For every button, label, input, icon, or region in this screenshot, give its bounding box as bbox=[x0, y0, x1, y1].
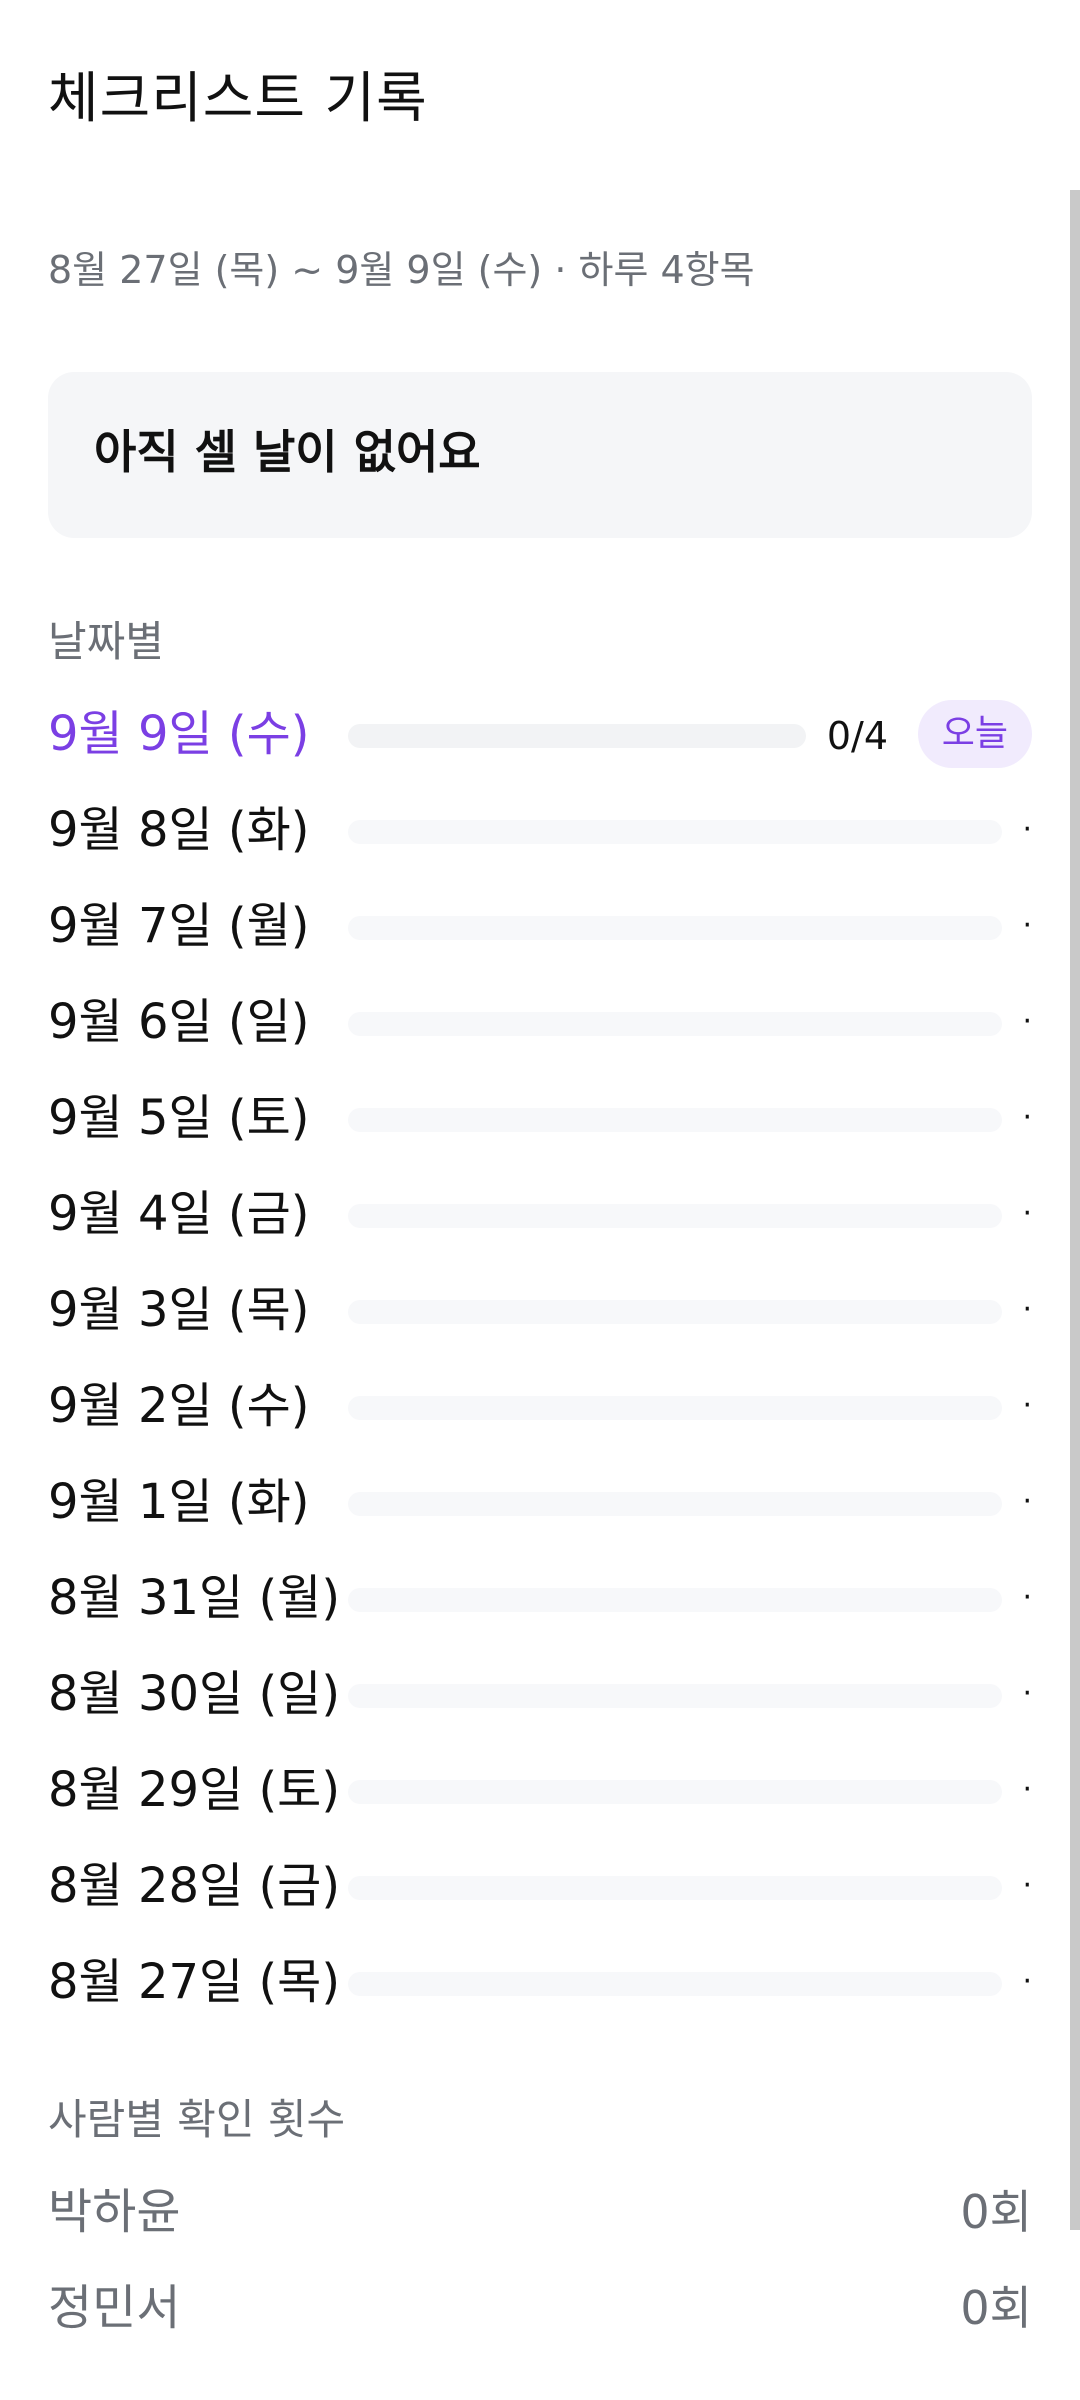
date-label: 8월 30일 (일) bbox=[48, 1666, 341, 1722]
date-label: 9월 2일 (수) bbox=[48, 1378, 310, 1434]
progress-track bbox=[348, 1396, 1002, 1420]
status-dot: · bbox=[1022, 1868, 1032, 1903]
date-label: 8월 28일 (금) bbox=[48, 1858, 341, 1914]
status-dot: · bbox=[1022, 1388, 1032, 1423]
status-dot: · bbox=[1022, 908, 1032, 943]
progress-track bbox=[348, 1108, 1002, 1132]
date-row[interactable]: 9월 3일 (목) · bbox=[48, 1264, 1032, 1360]
date-row[interactable]: 9월 1일 (화) · bbox=[48, 1456, 1032, 1552]
date-label: 9월 9일 (수) bbox=[48, 706, 310, 762]
person-name: 정민서 bbox=[48, 2280, 181, 2336]
status-dot: · bbox=[1022, 1100, 1032, 1135]
status-dot: · bbox=[1022, 1676, 1032, 1711]
progress-track bbox=[348, 724, 806, 748]
date-row[interactable]: 9월 7일 (월) · bbox=[48, 880, 1032, 976]
progress-track bbox=[348, 1012, 1002, 1036]
progress-count: 0/4 bbox=[826, 714, 888, 758]
progress-track bbox=[348, 1780, 1002, 1804]
date-label: 9월 3일 (목) bbox=[48, 1282, 310, 1338]
date-row-today[interactable]: 9월 9일 (수) 0/4 오늘 bbox=[48, 688, 1032, 784]
status-dot: · bbox=[1022, 1004, 1032, 1039]
date-row[interactable]: 9월 2일 (수) · bbox=[48, 1360, 1032, 1456]
person-row[interactable]: 박하윤 0회 bbox=[48, 2166, 1032, 2262]
status-dot: · bbox=[1022, 1964, 1032, 1999]
date-row[interactable]: 8월 30일 (일) · bbox=[48, 1648, 1032, 1744]
date-label: 9월 7일 (월) bbox=[48, 898, 310, 954]
date-label: 8월 29일 (토) bbox=[48, 1762, 341, 1818]
date-label: 9월 8일 (화) bbox=[48, 802, 310, 858]
date-label: 9월 5일 (토) bbox=[48, 1090, 310, 1146]
date-label: 8월 31일 (월) bbox=[48, 1570, 341, 1626]
section-label-by-person: 사람별 확인 횟수 bbox=[48, 2095, 346, 2144]
status-dot: · bbox=[1022, 1196, 1032, 1231]
progress-track bbox=[348, 1588, 1002, 1612]
status-dot: · bbox=[1022, 1484, 1032, 1519]
today-badge: 오늘 bbox=[917, 700, 1032, 768]
date-label: 9월 6일 (일) bbox=[48, 994, 310, 1050]
date-list: 9월 9일 (수) 0/4 오늘 9월 8일 (화) · 9월 7일 (월) ·… bbox=[48, 688, 1032, 2032]
date-row[interactable]: 9월 6일 (일) · bbox=[48, 976, 1032, 1072]
person-list: 박하윤 0회 정민서 0회 bbox=[48, 2166, 1032, 2358]
status-dot: · bbox=[1022, 1292, 1032, 1327]
empty-state-message: 아직 셀 날이 없어요 bbox=[94, 425, 481, 479]
date-row[interactable]: 9월 8일 (화) · bbox=[48, 784, 1032, 880]
empty-state-card: 아직 셀 날이 없어요 bbox=[48, 372, 1032, 538]
person-name: 박하윤 bbox=[48, 2184, 181, 2240]
date-row[interactable]: 9월 5일 (토) · bbox=[48, 1072, 1032, 1168]
date-row[interactable]: 8월 29일 (토) · bbox=[48, 1744, 1032, 1840]
status-dot: · bbox=[1022, 812, 1032, 847]
section-label-by-date: 날짜별 bbox=[48, 617, 164, 666]
progress-track bbox=[348, 1876, 1002, 1900]
progress-track bbox=[348, 1300, 1002, 1324]
progress-track bbox=[348, 1492, 1002, 1516]
progress-track bbox=[348, 1204, 1002, 1228]
date-label: 9월 4일 (금) bbox=[48, 1186, 310, 1242]
date-row[interactable]: 8월 28일 (금) · bbox=[48, 1840, 1032, 1936]
person-row[interactable]: 정민서 0회 bbox=[48, 2262, 1032, 2358]
progress-track bbox=[348, 916, 1002, 940]
date-label: 8월 27일 (목) bbox=[48, 1954, 341, 2010]
progress-track bbox=[348, 820, 1002, 844]
period-summary: 8월 27일 (목) ~ 9월 9일 (수) · 하루 4항목 bbox=[48, 248, 755, 292]
status-dot: · bbox=[1022, 1772, 1032, 1807]
page-title: 체크리스트 기록 bbox=[48, 66, 428, 130]
progress-track bbox=[348, 1684, 1002, 1708]
date-row[interactable]: 8월 31일 (월) · bbox=[48, 1552, 1032, 1648]
date-row[interactable]: 8월 27일 (목) · bbox=[48, 1936, 1032, 2032]
progress-track bbox=[348, 1972, 1002, 1996]
person-check-count: 0회 bbox=[960, 2185, 1032, 2239]
status-dot: · bbox=[1022, 1580, 1032, 1615]
scrollbar[interactable] bbox=[1070, 190, 1080, 2230]
date-row[interactable]: 9월 4일 (금) · bbox=[48, 1168, 1032, 1264]
date-label: 9월 1일 (화) bbox=[48, 1474, 310, 1530]
person-check-count: 0회 bbox=[960, 2281, 1032, 2335]
